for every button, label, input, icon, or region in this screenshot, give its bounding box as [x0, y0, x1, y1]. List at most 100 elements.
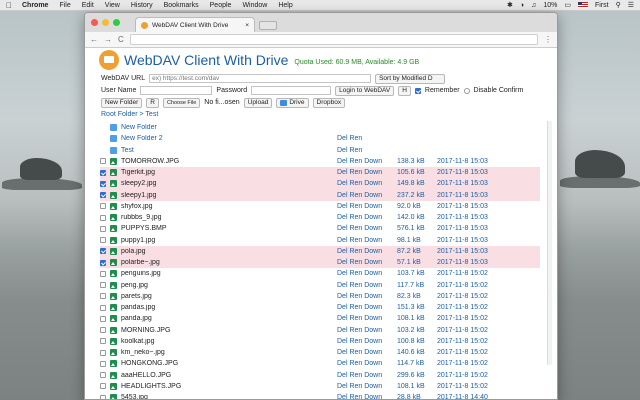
file-row[interactable]: TOMORROW.JPG Del Ren Down 138.3 kB 2017-11-… — [100, 156, 540, 167]
file-actions[interactable]: Del Ren Down — [337, 304, 393, 311]
file-actions[interactable]: Del Ren Down — [337, 203, 393, 210]
menu-edit[interactable]: Edit — [82, 2, 94, 9]
back-icon[interactable]: ← — [90, 35, 98, 44]
file-actions[interactable]: Del Ren Down — [337, 158, 393, 165]
file-checkbox[interactable] — [100, 158, 106, 165]
file-checkbox[interactable] — [100, 327, 106, 334]
file-checkbox[interactable] — [100, 237, 106, 244]
file-actions[interactable]: Del Ren Down — [337, 259, 393, 266]
file-actions[interactable]: Del Ren Down — [337, 327, 393, 334]
file-name[interactable]: New Folder — [121, 124, 333, 131]
file-checkbox[interactable] — [100, 225, 106, 232]
file-row[interactable]: shyfox.jpg Del Ren Down 92.0 kB 2017-11-8 1… — [100, 201, 540, 212]
file-checkbox[interactable] — [100, 338, 106, 345]
file-checkbox[interactable] — [100, 349, 106, 356]
username-input[interactable] — [140, 86, 213, 95]
forward-icon[interactable]: → — [104, 35, 112, 44]
apple-icon[interactable]:  — [6, 1, 12, 10]
file-row[interactable]: rubbbs_9.jpg Del Ren Down 142.0 kB 2017-11-… — [100, 212, 540, 223]
disable-confirm-radio[interactable] — [463, 87, 470, 94]
file-row[interactable]: panda.jpg Del Ren Down 108.1 kB 2017-11-8 1… — [100, 313, 540, 324]
file-actions[interactable]: Del Ren Down — [337, 372, 393, 379]
file-row[interactable]: HEADLIGHTS.JPG Del Ren Down 108.1 kB 2017-1… — [100, 381, 540, 392]
menu-bookmarks[interactable]: Bookmarks — [164, 2, 199, 9]
file-checkbox[interactable] — [100, 394, 106, 399]
file-row[interactable]: km_neko~.jpg Del Ren Down 140.6 kB 2017-11-… — [100, 347, 540, 358]
file-row[interactable]: MORNING.JPG Del Ren Down 103.2 kB 2017-11-8… — [100, 325, 540, 336]
file-row[interactable]: sleepy1.jpg Del Ren Down 237.2 kB 2017-11-8… — [100, 189, 540, 201]
address-bar[interactable] — [129, 34, 538, 45]
file-actions[interactable]: Del Ren Down — [337, 383, 393, 390]
file-row[interactable]: pandas.jpg Del Ren Down 151.3 kB 2017-11-8 … — [100, 302, 540, 313]
file-checkbox[interactable] — [100, 282, 106, 289]
login-button[interactable]: Login to WebDAV — [335, 85, 395, 96]
file-actions[interactable]: Del Ren Down — [337, 360, 393, 367]
sort-select[interactable]: Sort by Modified D — [375, 73, 446, 84]
file-row[interactable]: sleepy2.jpg Del Ren Down 149.8 kB 2017-11-8… — [100, 178, 540, 190]
tab-close-icon[interactable]: × — [245, 22, 249, 29]
file-name[interactable]: Test — [121, 147, 333, 154]
file-row[interactable]: peng.jpg Del Ren Down 117.7 kB 2017-11-8 15… — [100, 280, 540, 291]
choose-file-button[interactable]: Choose File — [162, 97, 201, 108]
webdav-url-input[interactable] — [149, 74, 372, 83]
battery-percent[interactable]: 10% — [543, 2, 557, 9]
file-row[interactable]: parets.jpg Del Ren Down 82.3 kB 2017-11-8 1… — [100, 291, 540, 302]
file-actions[interactable]: Del Ren Down — [337, 225, 393, 232]
file-actions[interactable]: Del Ren Down — [337, 169, 393, 176]
file-checkbox[interactable] — [100, 270, 106, 277]
password-input[interactable] — [251, 86, 332, 95]
file-actions[interactable]: Del Ren Down — [337, 180, 393, 187]
file-checkbox[interactable] — [100, 203, 106, 210]
scrollbar[interactable] — [547, 121, 552, 365]
file-actions[interactable]: Del Ren Down — [337, 214, 393, 221]
flag-icon[interactable] — [577, 2, 588, 8]
file-row[interactable]: 5453.jpg Del Ren Down 28.8 kB 2017-11-8 14:… — [100, 392, 540, 399]
folder-row[interactable]: New Folder 2 Del Ren — [100, 133, 540, 144]
file-row[interactable]: aaaHELLO.JPG Del Ren Down 299.6 kB 2017-11-… — [100, 370, 540, 381]
file-actions[interactable]: Del Ren Down — [337, 394, 393, 399]
dropbox-button[interactable]: Dropbox — [312, 97, 346, 108]
menu-history[interactable]: History — [131, 2, 153, 9]
remember-checkbox[interactable] — [414, 87, 421, 94]
file-checkbox[interactable] — [100, 180, 106, 187]
menu-view[interactable]: View — [105, 2, 120, 9]
file-row[interactable]: penguins.jpg Del Ren Down 103.7 kB 2017-11-… — [100, 268, 540, 279]
menu-help[interactable]: Help — [278, 2, 292, 9]
menu-app-chrome[interactable]: Chrome — [22, 2, 48, 9]
file-actions[interactable]: Del Ren Down — [337, 192, 393, 199]
file-checkbox[interactable] — [100, 248, 106, 255]
volume-icon[interactable]: ♫ — [531, 2, 536, 9]
file-checkbox[interactable] — [100, 304, 106, 311]
menu-window[interactable]: Window — [242, 2, 267, 9]
minimize-window-button[interactable] — [102, 19, 109, 26]
file-row[interactable]: koolkat.jpg Del Ren Down 100.8 kB 2017-11-8… — [100, 336, 540, 347]
close-window-button[interactable] — [91, 19, 98, 26]
file-checkbox[interactable] — [100, 293, 106, 300]
file-actions[interactable]: Del Ren — [337, 135, 393, 142]
drive-button[interactable]: Drive — [276, 97, 309, 108]
menubar-user[interactable]: First — [595, 2, 609, 9]
file-actions[interactable]: Del Ren Down — [337, 349, 393, 356]
file-row[interactable]: polarbe~.jpg Del Ren Down 57.1 kB 2017-11-8… — [100, 257, 540, 269]
browser-tab[interactable]: WebDAV Client With Drive × — [135, 17, 255, 32]
bluetooth-icon[interactable]: ✱ — [507, 1, 513, 9]
file-actions[interactable]: Del Ren Down — [337, 293, 393, 300]
file-checkbox[interactable] — [100, 372, 106, 379]
file-name[interactable]: New Folder 2 — [121, 135, 333, 142]
menu-file[interactable]: File — [59, 2, 70, 9]
file-actions[interactable]: Del Ren Down — [337, 248, 393, 255]
file-actions[interactable]: Del Ren Down — [337, 282, 393, 289]
file-actions[interactable]: Del Ren — [337, 147, 393, 154]
maximize-window-button[interactable] — [113, 19, 120, 26]
file-checkbox[interactable] — [100, 360, 106, 367]
file-actions[interactable]: Del Ren Down — [337, 315, 393, 322]
file-actions[interactable]: Del Ren Down — [337, 338, 393, 345]
file-row[interactable]: puppy1.jpg Del Ren Down 98.1 kB 2017-11-8 1… — [100, 235, 540, 246]
file-actions[interactable]: Del Ren Down — [337, 237, 393, 244]
wifi-icon[interactable]: ◑ — [520, 2, 524, 9]
new-folder-button[interactable]: New Folder — [101, 97, 143, 108]
file-checkbox[interactable] — [100, 315, 106, 322]
breadcrumb[interactable]: Root Folder > Test — [85, 111, 557, 120]
list-icon[interactable]: ☰ — [628, 1, 634, 9]
file-row[interactable]: HONGKONG.JPG Del Ren Down 114.7 kB 2017-11-… — [100, 358, 540, 369]
